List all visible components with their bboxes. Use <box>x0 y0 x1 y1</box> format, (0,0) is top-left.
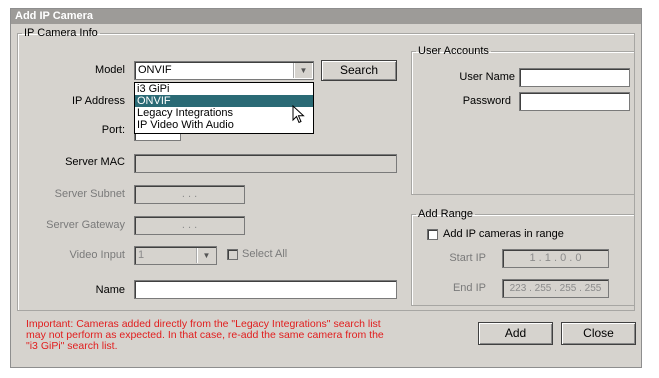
add-range-legend: Add Range <box>418 208 474 220</box>
port-label: Port: <box>101 124 125 136</box>
start-ip-input[interactable]: 1 . 1 . 0 . 0 <box>502 249 609 268</box>
start-ip-label: Start IP <box>449 252 486 264</box>
select-all-label: Select All <box>242 248 288 260</box>
close-button[interactable]: Close <box>561 322 636 345</box>
video-input-label: Video Input <box>69 249 125 261</box>
add-button[interactable]: Add <box>478 322 553 345</box>
end-ip-input[interactable]: 223 . 255 . 255 . 255 <box>502 279 609 298</box>
mouse-cursor-icon <box>292 105 305 124</box>
server-gateway-input[interactable]: . . . <box>134 216 245 235</box>
add-ip-camera-dialog: Add IP Camera IP Camera Info Model ONVIF… <box>10 8 642 368</box>
password-label: Password <box>462 95 511 107</box>
dropdown-option-ip-video-with-audio[interactable]: IP Video With Audio <box>135 119 313 131</box>
ip-address-label: IP Address <box>72 95 125 107</box>
search-button[interactable]: Search <box>321 60 397 81</box>
video-input-combobox[interactable]: 1 ▼ <box>134 246 217 265</box>
video-input-value: 1 <box>138 249 145 261</box>
username-label: User Name <box>459 71 515 83</box>
server-mac-input[interactable] <box>134 154 397 173</box>
dropdown-option-i3-gipi[interactable]: i3 GiPi <box>135 83 313 95</box>
legacy-integrations-warning: Important: Cameras added directly from t… <box>26 318 384 352</box>
name-input[interactable] <box>134 280 397 299</box>
password-input[interactable] <box>519 92 630 111</box>
server-mac-label: Server MAC <box>65 156 125 168</box>
username-input[interactable] <box>519 68 630 87</box>
server-subnet-input[interactable]: . . . <box>134 185 245 204</box>
ip-camera-info-legend: IP Camera Info <box>24 27 98 39</box>
name-label: Name <box>95 284 125 296</box>
end-ip-label: End IP <box>452 282 486 294</box>
model-value: ONVIF <box>138 64 172 76</box>
add-range-checkbox[interactable] <box>427 229 438 240</box>
dropdown-option-onvif[interactable]: ONVIF <box>135 95 313 107</box>
user-accounts-legend: User Accounts <box>418 45 489 57</box>
server-gateway-label: Server Gateway <box>46 219 125 231</box>
model-dropdown-list: i3 GiPi ONVIF Legacy Integrations IP Vid… <box>134 82 314 134</box>
model-label: Model <box>95 64 125 76</box>
add-range-checkbox-label: Add IP cameras in range <box>443 228 564 240</box>
dialog-title: Add IP Camera <box>11 9 641 24</box>
dropdown-option-legacy-integrations[interactable]: Legacy Integrations <box>135 107 313 119</box>
model-combobox[interactable]: ONVIF ▼ <box>134 61 314 80</box>
chevron-down-icon[interactable]: ▼ <box>294 63 312 78</box>
chevron-down-icon[interactable]: ▼ <box>197 248 215 263</box>
select-all-checkbox[interactable] <box>227 249 238 260</box>
server-subnet-label: Server Subnet <box>54 188 125 200</box>
